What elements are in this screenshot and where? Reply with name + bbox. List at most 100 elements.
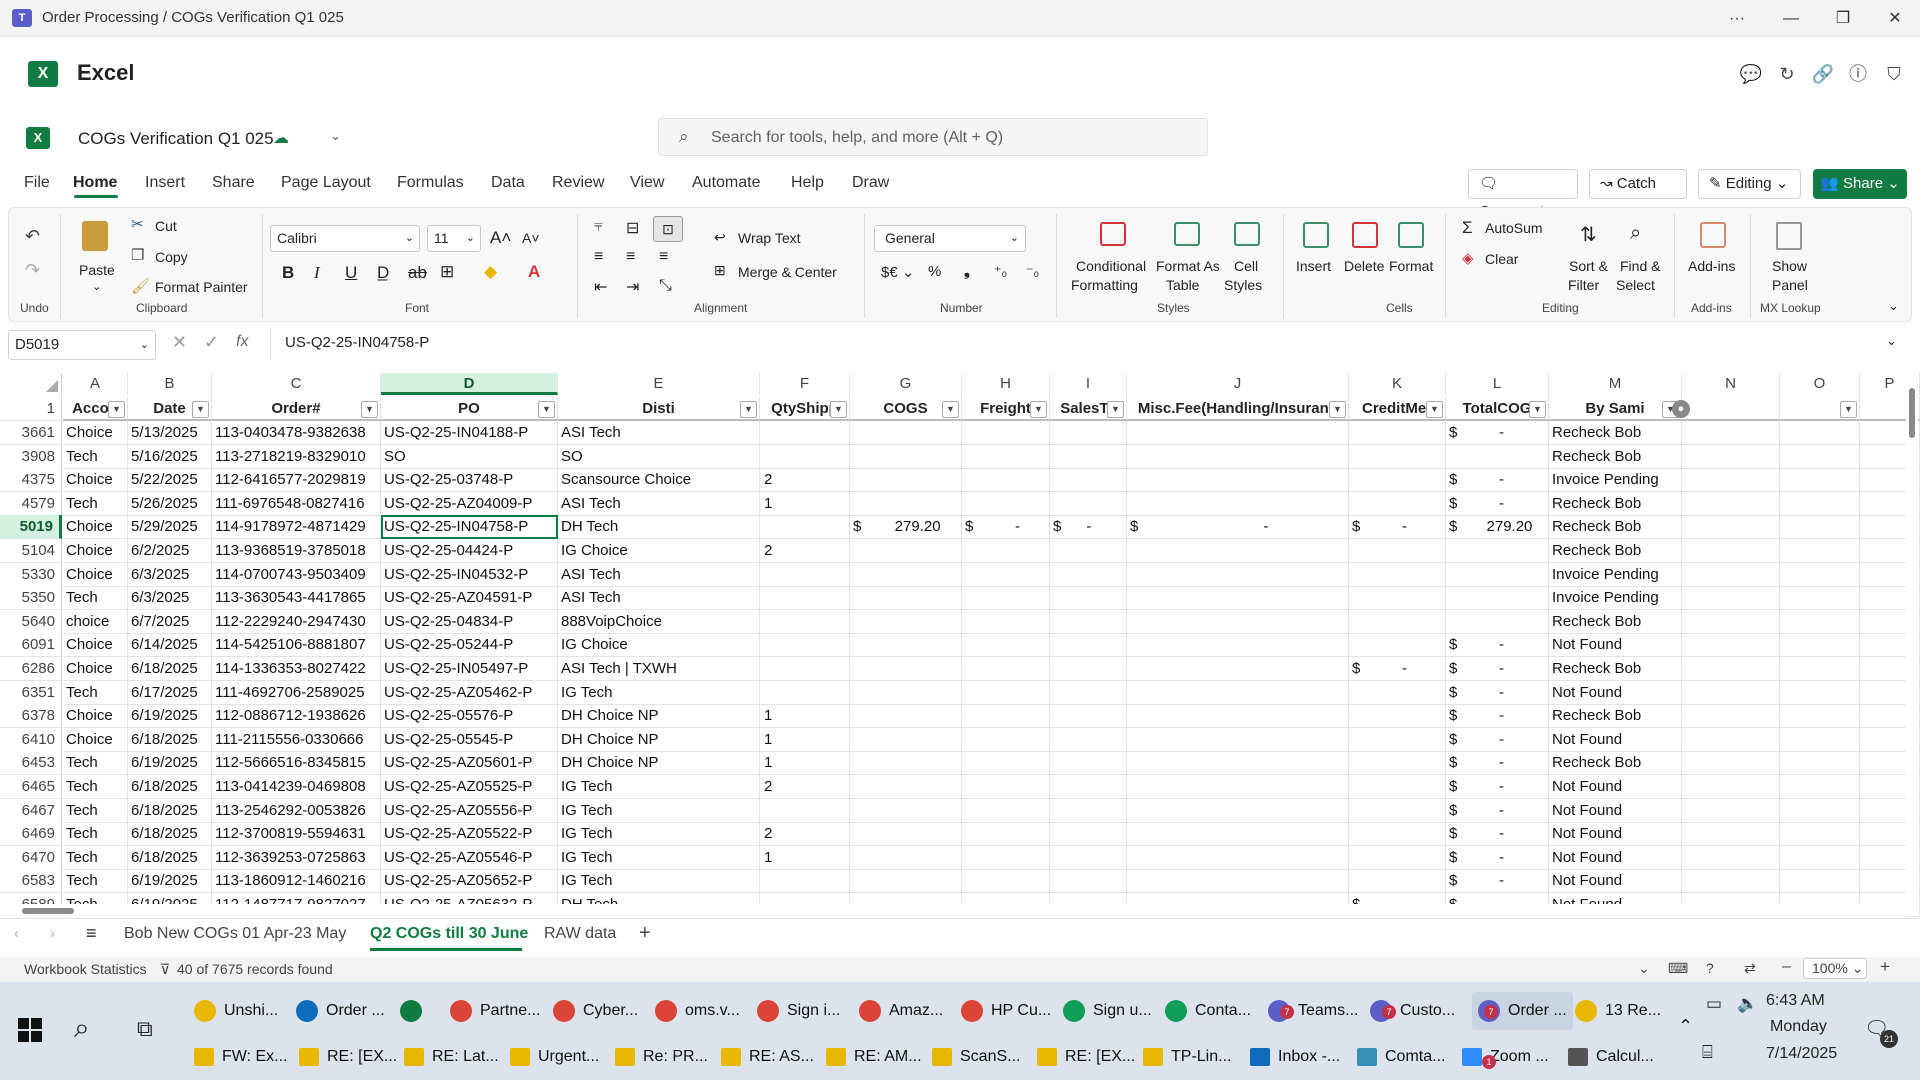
- decrease-decimal-icon[interactable]: ⁻₀: [1026, 263, 1039, 280]
- italic-icon[interactable]: I: [314, 263, 320, 283]
- table-cell[interactable]: US-Q2-25-AZ05546-P: [381, 845, 558, 870]
- table-cell[interactable]: [1127, 775, 1349, 799]
- table-cell[interactable]: [962, 657, 1050, 681]
- table-cell[interactable]: 113-9368519-3785018: [212, 539, 381, 563]
- table-cell[interactable]: [1446, 539, 1549, 563]
- table-cell[interactable]: [850, 657, 962, 681]
- table-cell[interactable]: [760, 869, 850, 894]
- table-cell[interactable]: [1050, 798, 1127, 823]
- help-icon[interactable]: ?: [1706, 960, 1714, 976]
- table-cell[interactable]: ASI Tech | TXWH: [558, 657, 760, 681]
- table-cell[interactable]: Choice: [63, 633, 128, 658]
- table-cell[interactable]: $ -: [1446, 657, 1549, 681]
- menu-tab-view[interactable]: View: [630, 174, 664, 192]
- table-cell[interactable]: [1682, 680, 1780, 705]
- table-cell[interactable]: [1682, 798, 1780, 823]
- cell-label[interactable]: Cell: [1234, 258, 1258, 274]
- table-cell[interactable]: [1349, 633, 1446, 658]
- table-cell[interactable]: Invoice Pending: [1549, 586, 1682, 611]
- chevron-down-icon[interactable]: ⌄: [1638, 960, 1650, 977]
- number-format-select[interactable]: General ⌄: [874, 225, 1026, 252]
- table-cell[interactable]: [1446, 586, 1549, 611]
- taskbar-window[interactable]: RE: [EX...: [299, 1042, 397, 1072]
- table-cell[interactable]: [850, 751, 962, 776]
- table-cell[interactable]: Not Found: [1549, 680, 1682, 705]
- table-cell[interactable]: [1127, 845, 1349, 870]
- column-header-j[interactable]: J: [1127, 373, 1349, 395]
- find-label[interactable]: Find &: [1620, 258, 1660, 274]
- row-number[interactable]: 5640: [0, 609, 62, 634]
- align-bottom-icon[interactable]: ⊡: [653, 216, 683, 242]
- table-cell[interactable]: [760, 562, 850, 587]
- select-all-corner[interactable]: [0, 373, 62, 395]
- column-header-m[interactable]: M: [1549, 373, 1682, 395]
- table-cell[interactable]: [1780, 751, 1860, 776]
- workbook-statistics[interactable]: Workbook Statistics: [24, 961, 147, 977]
- row-number[interactable]: 6091: [0, 633, 62, 658]
- row-number[interactable]: 6453: [0, 751, 62, 776]
- table-cell[interactable]: [1780, 657, 1860, 681]
- currency-icon[interactable]: $€ ⌄: [881, 263, 914, 281]
- table-cell[interactable]: $ -: [1446, 491, 1549, 516]
- minimize-button[interactable]: —: [1768, 4, 1814, 34]
- table-cell[interactable]: [760, 421, 850, 445]
- table-cell[interactable]: [962, 680, 1050, 705]
- table-cell[interactable]: [1780, 421, 1860, 445]
- table-cell[interactable]: US-Q2-25-AZ05462-P: [381, 680, 558, 705]
- fill-color-icon[interactable]: ◆: [484, 262, 497, 282]
- table-cell[interactable]: Recheck Bob: [1549, 491, 1682, 516]
- column-header-o[interactable]: O: [1780, 373, 1860, 395]
- table-cell[interactable]: Recheck Bob: [1549, 704, 1682, 729]
- table-cell[interactable]: [1349, 727, 1446, 752]
- table-cell[interactable]: [850, 491, 962, 516]
- table-cell[interactable]: [850, 609, 962, 634]
- table-cell[interactable]: US-Q2-25-05576-P: [381, 704, 558, 729]
- search-box[interactable]: ⌕ Search for tools, help, and more (Alt …: [658, 118, 1208, 156]
- cancel-icon[interactable]: ✕: [172, 332, 187, 353]
- table-cell[interactable]: [1780, 869, 1860, 894]
- table-cell[interactable]: 113-2546292-0053826: [212, 798, 381, 823]
- header-cell[interactable]: Disti: [558, 397, 760, 421]
- row-number[interactable]: 5330: [0, 562, 62, 587]
- table-cell[interactable]: 113-0403478-9382638: [212, 421, 381, 445]
- filter-dropdown-icon[interactable]: ▼: [538, 401, 555, 418]
- filter-dropdown-icon[interactable]: ▼: [192, 401, 209, 418]
- table-cell[interactable]: [760, 633, 850, 658]
- table-cell[interactable]: [760, 586, 850, 611]
- table-cell[interactable]: [1050, 704, 1127, 729]
- table-cell[interactable]: US-Q2-25-AZ05525-P: [381, 775, 558, 799]
- clock-day[interactable]: Monday: [1770, 1018, 1827, 1036]
- table-cell[interactable]: [1349, 468, 1446, 493]
- windows-start-icon[interactable]: [18, 1018, 42, 1042]
- table-cell[interactable]: Invoice Pending: [1549, 468, 1682, 493]
- menu-tab-data[interactable]: Data: [491, 174, 525, 192]
- table-cell[interactable]: [1050, 421, 1127, 445]
- table-cell[interactable]: US-Q2-25-04834-P: [381, 609, 558, 634]
- table-cell[interactable]: Invoice Pending: [1549, 562, 1682, 587]
- table-cell[interactable]: [1050, 727, 1127, 752]
- table-cell[interactable]: ASI Tech: [558, 491, 760, 516]
- table-cell[interactable]: 1: [760, 845, 850, 870]
- zoom-out-icon[interactable]: –: [1782, 958, 1791, 976]
- table-cell[interactable]: $ -: [1446, 822, 1549, 847]
- table-cell[interactable]: [1127, 869, 1349, 894]
- table-cell[interactable]: [1127, 751, 1349, 776]
- row-number[interactable]: 6583: [0, 869, 62, 894]
- volume-icon[interactable]: 🔈: [1737, 994, 1758, 1014]
- menu-tab-draw[interactable]: Draw: [852, 174, 889, 192]
- table-cell[interactable]: DH Choice NP: [558, 727, 760, 752]
- table-cell[interactable]: 6/3/2025: [128, 586, 212, 611]
- table-cell[interactable]: [1682, 633, 1780, 658]
- table-cell[interactable]: Choice: [63, 704, 128, 729]
- table-cell[interactable]: 5/16/2025: [128, 444, 212, 469]
- table-cell[interactable]: 111-4692706-2589025: [212, 680, 381, 705]
- table-cell[interactable]: Not Found: [1549, 869, 1682, 894]
- column-header-c[interactable]: C: [212, 373, 381, 395]
- table-cell[interactable]: US-Q2-25-05545-P: [381, 727, 558, 752]
- column-header-h[interactable]: H: [962, 373, 1050, 395]
- catchup-button[interactable]: ↝ Catch up: [1589, 169, 1687, 220]
- redo-icon[interactable]: ↷: [25, 260, 40, 281]
- menu-tab-review[interactable]: Review: [552, 174, 604, 192]
- header-cell[interactable]: Misc.Fee(Handling/Insuranc: [1127, 397, 1349, 421]
- table-cell[interactable]: [962, 775, 1050, 799]
